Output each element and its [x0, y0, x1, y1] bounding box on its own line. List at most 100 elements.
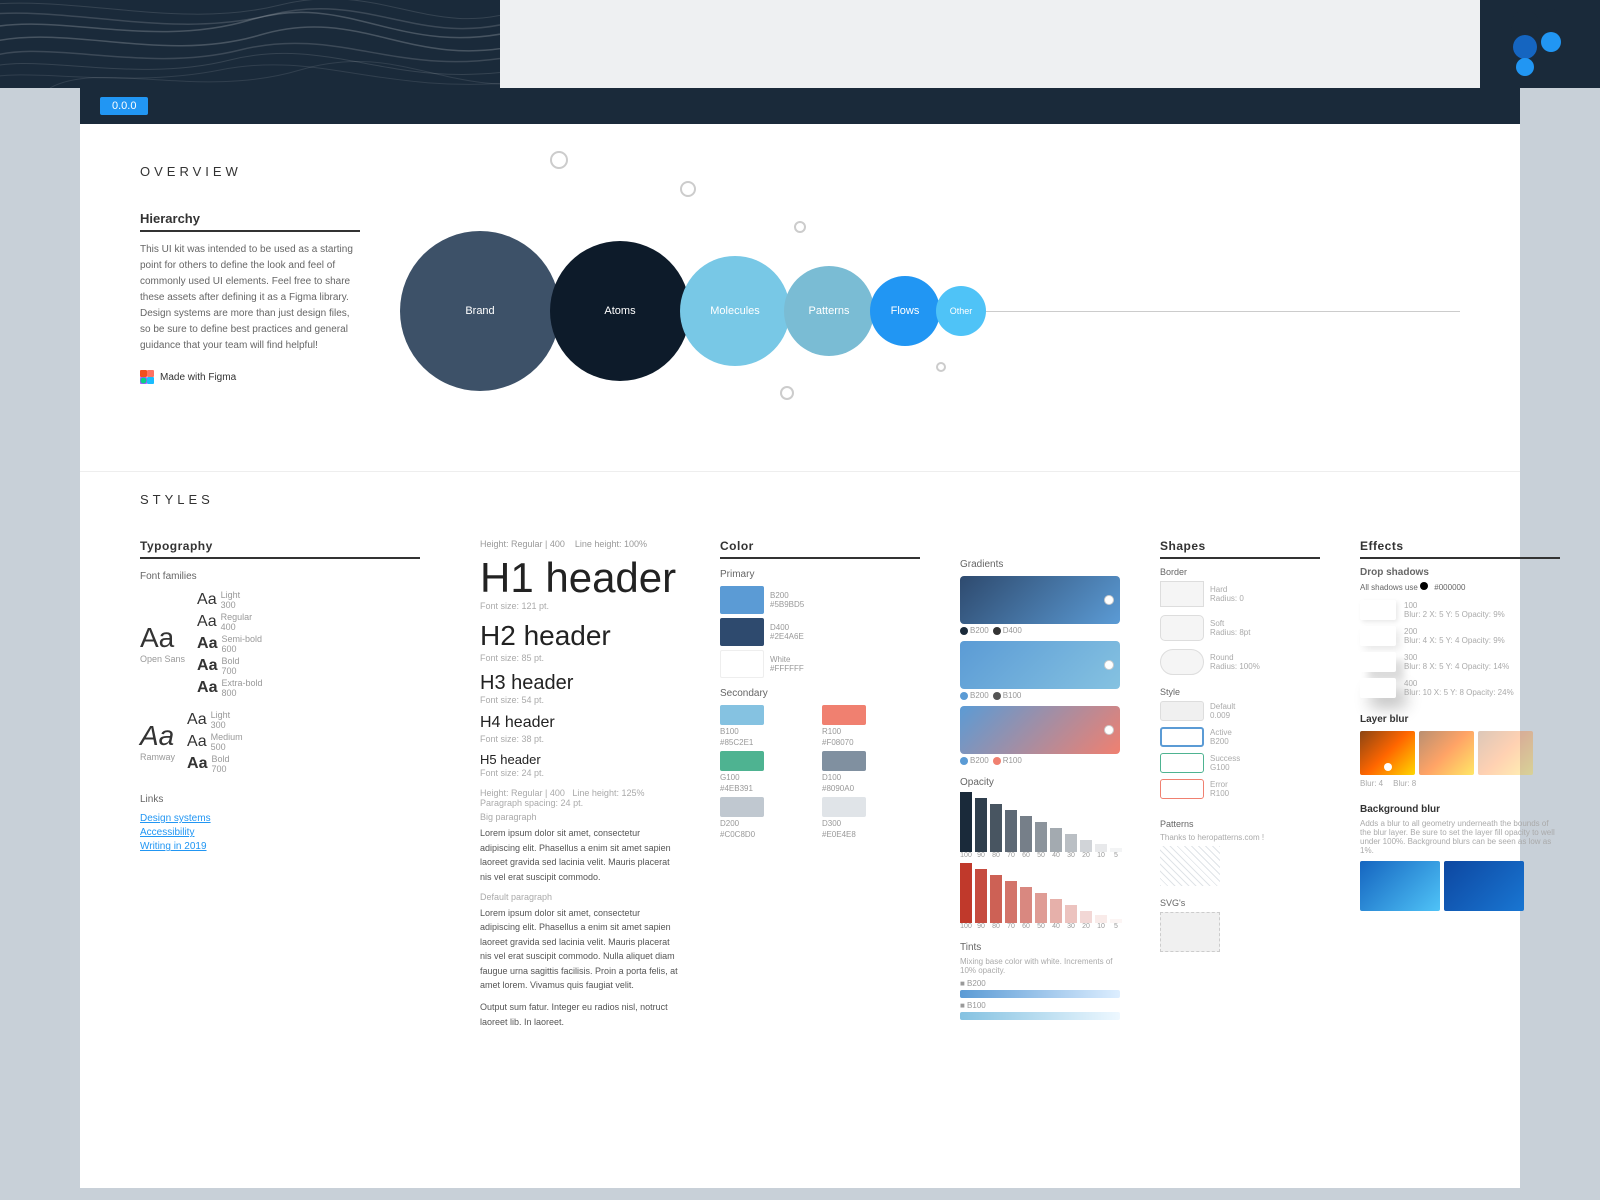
gradient-3: B200 R100 [960, 706, 1120, 765]
big-para-text: Lorem ipsum dolor sit amet, consectetur … [480, 826, 680, 884]
hierarchy-label: Hierarchy [140, 211, 360, 232]
shadow-200: 200 Blur: 4 X: 5 Y: 4 Opacity: 9% [1360, 626, 1560, 646]
font-aa-large-2: Aa [140, 722, 175, 750]
nav-bar: 0.0.0 [80, 88, 1520, 124]
swatch-white-hex: #FFFFFF [770, 664, 804, 673]
link-design-system[interactable]: Design systems [140, 813, 420, 824]
bubble-chart: Brand Atoms Molecules [400, 211, 1460, 411]
styles-title: STYLES [140, 492, 1460, 507]
font-sub-samples-2: Aa Light300 Aa Medium500 Aa Bold700 [187, 710, 243, 774]
font-weight-light: Aa Light300 [197, 590, 262, 610]
h3-size: Font size: 54 pt. [480, 695, 680, 705]
bubble-atoms: Atoms [550, 241, 690, 381]
body-meta: Height: Regular | 400 Line height: 125% … [480, 788, 680, 808]
headers-lineheight: Line height: 100% [575, 539, 647, 549]
bg-blur-img-2 [1444, 861, 1524, 911]
shadow-box-300 [1360, 652, 1396, 672]
font-weight-bold: Aa Bold700 [197, 656, 262, 676]
link-accessibility[interactable]: Accessibility [140, 827, 420, 838]
opacity-section: Opacity 100 90 80 [960, 777, 1120, 930]
styles-grid: Typography Font families Aa Open Sans Aa… [140, 539, 1460, 1037]
blur-images [1360, 731, 1560, 775]
swatch-white [720, 650, 764, 678]
swatch-d400 [720, 618, 764, 646]
bg-blur-note: Adds a blur to all geometry underneath t… [1360, 819, 1560, 855]
h3-demo: H3 header [480, 671, 680, 695]
gradients-label: Gradients [960, 559, 1120, 570]
overview-section: OVERVIEW Hierarchy This UI kit was inten… [80, 124, 1520, 471]
figma-icon [140, 370, 154, 384]
link-writing[interactable]: Writing in 2019 [140, 841, 420, 852]
sec-swatch-b100: B100 #85C2E1 [720, 705, 818, 747]
swatch-b200 [720, 586, 764, 614]
font-weight-semibold: Aa Semi-bold600 [197, 634, 262, 654]
tints-note: Mixing base color with white. Increments… [960, 957, 1120, 975]
links-section: Links Design systems Accessibility Writi… [140, 794, 420, 852]
primary-label: Primary [720, 569, 920, 580]
shape-soft [1160, 615, 1204, 641]
top-area [0, 0, 1600, 88]
sec-swatch-d200: D200 #C0C8D0 [720, 797, 818, 839]
primary-swatches: B200 #5B9BD5 D400 #2E4A6E [720, 586, 920, 678]
style-success: Success G100 [1160, 753, 1320, 773]
gradient-2: B200 B100 [960, 641, 1120, 700]
blur-4-label: Blur: 4 [1360, 779, 1383, 788]
patterns-note: Thanks to heropatterns.com ! [1160, 833, 1320, 842]
font-aa-large: Aa [140, 624, 185, 652]
bubble-brand: Brand [400, 231, 560, 391]
hierarchy-description: This UI kit was intended to be used as a… [140, 242, 360, 354]
color-column: Color Primary B200 #5B9BD5 D400 [720, 539, 920, 1037]
gradient-1: B200 D400 [960, 576, 1120, 635]
font-sub-samples: Aa Light300 Aa Regular400 Aa Semi-bold60… [197, 590, 262, 698]
color-label: Color [720, 539, 920, 559]
pattern-swatch [1160, 846, 1220, 886]
typography-column: Typography Font families Aa Open Sans Aa… [140, 539, 420, 1037]
blur-8-label: Blur: 8 [1393, 779, 1416, 788]
drop-shadows-label: Drop shadows [1360, 567, 1560, 578]
font-ramway-bold: Aa Bold700 [187, 754, 243, 774]
tints-section: Tints Mixing base color with white. Incr… [960, 942, 1120, 1020]
typography-label: Typography [140, 539, 420, 559]
styles-section: STYLES Typography Font families Aa Open … [80, 471, 1520, 1097]
font-ramway: Aa Ramway Aa Light300 Aa Medium500 [140, 710, 420, 774]
version-badge: 0.0.0 [100, 97, 148, 115]
gradient-column: Gradients B200 D400 [960, 539, 1120, 1037]
style-active: Active B200 [1160, 727, 1320, 747]
blur-img-1 [1360, 731, 1415, 775]
font-families-label: Font families [140, 571, 420, 582]
sec-swatch-r100: R100 #F08070 [822, 705, 920, 747]
swatch-b200-hex: #5B9BD5 [770, 600, 804, 609]
opacity-bars-red: 100 90 80 70 [960, 863, 1120, 930]
style-default-box [1160, 701, 1204, 721]
hierarchy-text: Hierarchy This UI kit was intended to be… [140, 211, 360, 384]
h5-demo: H5 header [480, 752, 680, 769]
shadow-color-dot [1420, 582, 1428, 590]
topo-pattern [0, 0, 500, 88]
style-error-box [1160, 779, 1204, 799]
made-with-figma: Made with Figma [140, 370, 360, 384]
output-text: Output sum fatur. Integer eu radios nisl… [480, 1000, 680, 1029]
style-success-box [1160, 753, 1204, 773]
font-name-opensans: Open Sans [140, 654, 185, 664]
top-right-circles [1480, 0, 1600, 88]
sec-swatch-d300: D300 #E0E4E8 [822, 797, 920, 839]
secondary-label: Secondary [720, 688, 920, 699]
font-weight-extrabold: Aa Extra-bold800 [197, 678, 262, 698]
default-para-label: Default paragraph [480, 892, 680, 902]
made-with-label: Made with Figma [160, 372, 236, 383]
shadow-100: 100 Blur: 2 X: 5 Y: 5 Opacity: 9% [1360, 600, 1560, 620]
style-label: Style [1160, 687, 1320, 697]
patterns-section: Patterns Thanks to heropatterns.com ! [1160, 819, 1320, 886]
default-para-text: Lorem ipsum dolor sit amet, consectetur … [480, 906, 680, 992]
bg-blur-label: Background blur [1360, 804, 1560, 815]
bubble-flows: Flows [870, 276, 940, 346]
top-left-pattern [0, 0, 500, 88]
effects-column: Effects Drop shadows All shadows use #00… [1360, 539, 1560, 1037]
h2-demo: H2 header [480, 619, 680, 653]
sec-swatch-g100: G100 #4EB391 [720, 751, 818, 793]
secondary-swatches: B100 #85C2E1 R100 #F08070 G100 #4EB391 [720, 705, 920, 839]
swatch-b200-name: B200 [770, 591, 804, 600]
font-ramway-light: Aa Light300 [187, 710, 243, 730]
effects-label: Effects [1360, 539, 1560, 559]
hierarchy-area: Hierarchy This UI kit was intended to be… [140, 211, 1460, 411]
